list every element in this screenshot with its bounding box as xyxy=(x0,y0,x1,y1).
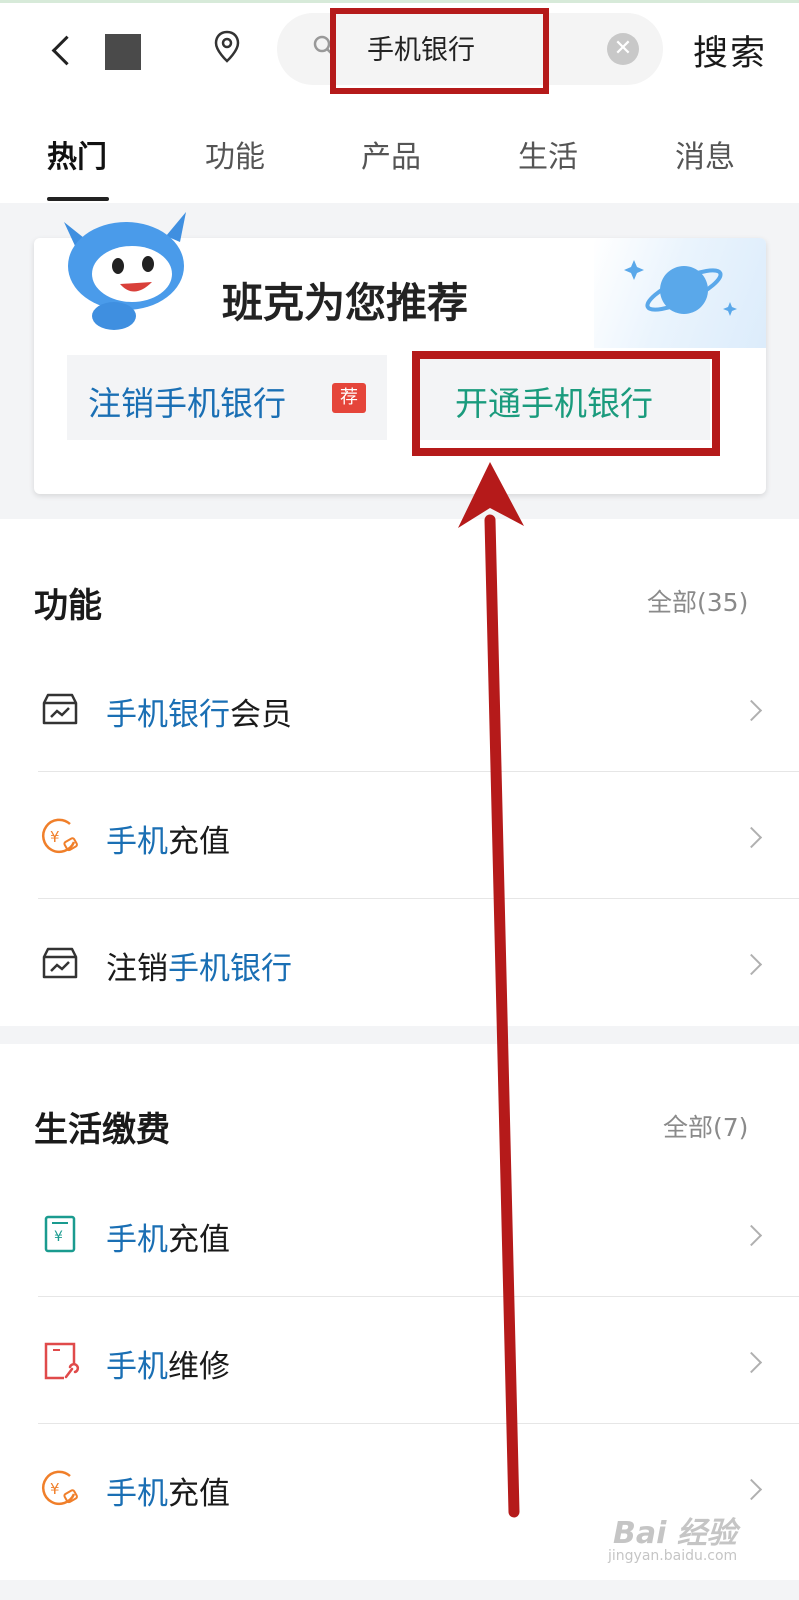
search-button[interactable]: 搜索 xyxy=(693,25,767,76)
annotation-highlight-search xyxy=(330,8,549,94)
recommend-chip-cancel-label: 注销手机银行 xyxy=(88,384,286,423)
watermark-url: jingyan.baidu.com xyxy=(608,1548,738,1564)
list-item-label: 手机维修 xyxy=(106,1349,230,1385)
list-item[interactable]: 注销手机银行 xyxy=(0,899,799,1027)
list-item[interactable]: ¥ 手机充值 xyxy=(0,1170,799,1298)
chevron-right-icon xyxy=(740,953,763,976)
tab-messages[interactable]: 消息 xyxy=(675,132,735,176)
map-pin-icon[interactable] xyxy=(214,30,240,64)
svg-text:¥: ¥ xyxy=(54,1229,63,1245)
recommend-title: 班克为您推荐 xyxy=(222,279,468,327)
phone-yuan-icon: ¥ xyxy=(44,1215,76,1253)
tab-hot[interactable]: 热门 xyxy=(47,132,107,176)
life-all-link[interactable]: 全部(7) xyxy=(663,1108,748,1144)
phone-wrench-icon xyxy=(44,1342,80,1380)
chevron-right-icon xyxy=(740,1351,763,1374)
svg-text:¥: ¥ xyxy=(50,828,60,846)
watermark-logo: Bai 经验 xyxy=(613,1516,737,1551)
recommend-badge: 荐 xyxy=(332,383,366,413)
list-item-label: 注销手机银行 xyxy=(106,951,292,987)
bottom-band xyxy=(0,1580,799,1600)
active-tab-indicator xyxy=(47,197,109,201)
tab-features[interactable]: 功能 xyxy=(205,132,265,176)
chevron-right-icon xyxy=(740,1478,763,1501)
planet-decoration xyxy=(594,238,766,348)
status-line xyxy=(0,0,799,3)
yuan-refresh-icon: ¥ xyxy=(42,818,78,854)
list-item-label: 手机银行会员 xyxy=(106,697,292,733)
features-all-link[interactable]: 全部(35) xyxy=(647,583,748,619)
chevron-right-icon xyxy=(740,1224,763,1247)
chevron-left-icon xyxy=(51,35,81,65)
mascot-image xyxy=(64,212,186,330)
tab-products[interactable]: 产品 xyxy=(361,132,421,176)
chart-card-icon xyxy=(42,947,78,979)
list-item[interactable]: ¥ 手机充值 xyxy=(0,772,799,900)
list-item-label: 手机充值 xyxy=(106,1222,230,1258)
chart-card-icon xyxy=(42,693,78,725)
section-title-life: 生活缴费 xyxy=(34,1110,170,1150)
list-item-label: 手机充值 xyxy=(106,1476,230,1512)
section-separator xyxy=(0,1026,799,1044)
clear-icon[interactable]: ✕ xyxy=(607,33,639,65)
list-item-label: 手机充值 xyxy=(106,824,230,860)
redacted-block xyxy=(105,34,141,70)
annotation-highlight-open xyxy=(412,351,720,456)
chevron-right-icon xyxy=(740,826,763,849)
list-item[interactable]: 手机银行会员 xyxy=(0,645,799,773)
yuan-refresh-icon: ¥ xyxy=(42,1470,78,1506)
chevron-right-icon xyxy=(740,699,763,722)
svg-text:¥: ¥ xyxy=(50,1480,60,1498)
section-title-features: 功能 xyxy=(34,586,102,626)
planet-icon xyxy=(624,260,737,316)
tab-life[interactable]: 生活 xyxy=(518,132,578,176)
list-item[interactable]: 手机维修 xyxy=(0,1297,799,1425)
back-button[interactable] xyxy=(40,26,84,74)
